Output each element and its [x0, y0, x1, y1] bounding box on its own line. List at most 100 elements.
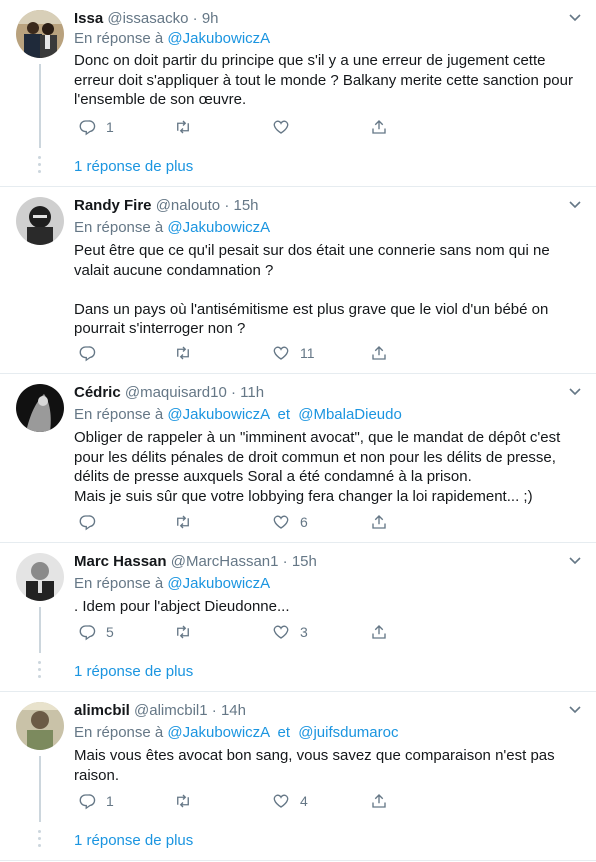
reply-button[interactable]: [78, 513, 106, 531]
author-handle[interactable]: @alimcbil1: [134, 702, 208, 719]
separator: ·: [211, 702, 217, 719]
avatar[interactable]: [16, 702, 64, 750]
tweet-alimcbil[interactable]: alimcbil @alimcbil1 · 14h En réponse à @…: [0, 692, 596, 822]
share-icon: [370, 344, 388, 362]
divider: [0, 860, 596, 861]
like-button[interactable]: 11: [272, 344, 315, 362]
tweet-actions: 6: [74, 513, 414, 533]
reply-mention[interactable]: @JakubowiczA: [167, 30, 270, 47]
show-more-replies[interactable]: 1 réponse de plus: [0, 822, 596, 860]
like-button[interactable]: [272, 118, 300, 136]
author-handle[interactable]: @nalouto: [156, 197, 220, 214]
reply-icon: [78, 792, 96, 810]
author-handle[interactable]: @issasacko: [107, 10, 188, 27]
reply-context: En réponse à @JakubowiczA et @juifsdumar…: [74, 724, 398, 741]
avatar[interactable]: [16, 10, 64, 58]
chevron-down-icon[interactable]: [568, 197, 582, 211]
retweet-button[interactable]: [174, 344, 202, 362]
tweet-marc-hassan[interactable]: Marc Hassan @MarcHassan1 · 15h En répons…: [0, 543, 596, 653]
tweet-issa[interactable]: Issa @issasacko · 9h En réponse à @Jakub…: [0, 0, 596, 148]
thread-dots: [38, 661, 42, 682]
like-button[interactable]: 4: [272, 792, 308, 810]
like-icon: [272, 623, 290, 641]
show-more-label[interactable]: 1 réponse de plus: [74, 663, 193, 680]
timestamp[interactable]: 14h: [221, 702, 246, 719]
author-name[interactable]: alimcbil: [74, 702, 130, 719]
like-button[interactable]: 3: [272, 623, 308, 641]
chevron-down-icon[interactable]: [568, 10, 582, 24]
like-icon: [272, 513, 290, 531]
reply-mention[interactable]: @JakubowiczA: [167, 724, 269, 741]
separator: ·: [192, 10, 198, 27]
timestamp[interactable]: 9h: [202, 10, 219, 27]
share-icon: [370, 792, 388, 810]
separator: ·: [282, 553, 288, 570]
reply-context: En réponse à @JakubowiczA: [74, 575, 270, 592]
thread-line: [39, 756, 41, 822]
chevron-down-icon[interactable]: [568, 384, 582, 398]
share-button[interactable]: [370, 623, 388, 641]
share-button[interactable]: [370, 118, 388, 136]
share-icon: [370, 513, 388, 531]
reply-button[interactable]: 1: [78, 792, 114, 810]
reply-button[interactable]: 1: [78, 118, 114, 136]
author-name[interactable]: Issa: [74, 10, 103, 27]
reply-button[interactable]: [78, 344, 106, 362]
share-icon: [370, 623, 388, 641]
like-count: 3: [300, 624, 308, 640]
tweet-actions: 1 4: [74, 792, 414, 812]
share-button[interactable]: [370, 792, 388, 810]
retweet-button[interactable]: [174, 513, 202, 531]
retweet-icon: [174, 344, 192, 362]
show-more-label[interactable]: 1 réponse de plus: [74, 158, 193, 175]
avatar[interactable]: [16, 384, 64, 432]
reply-mention[interactable]: @JakubowiczA: [167, 406, 269, 423]
like-icon: [272, 792, 290, 810]
like-count: 6: [300, 514, 308, 530]
timestamp[interactable]: 11h: [240, 384, 264, 401]
tweet-header: Marc Hassan @MarcHassan1 · 15h: [74, 553, 317, 570]
tweet-cedric[interactable]: Cédric @maquisard10 · 11h En réponse à @…: [0, 374, 596, 542]
avatar[interactable]: [16, 197, 64, 245]
reply-icon: [78, 344, 96, 362]
tweet-randy-fire[interactable]: Randy Fire @nalouto · 15h En réponse à @…: [0, 187, 596, 373]
reply-icon: [78, 623, 96, 641]
author-handle[interactable]: @MarcHassan1: [171, 553, 279, 570]
chevron-down-icon[interactable]: [568, 553, 582, 567]
reply-mention[interactable]: @MbalaDieudo: [298, 406, 402, 423]
like-button[interactable]: 6: [272, 513, 308, 531]
avatar[interactable]: [16, 553, 64, 601]
reply-mention[interactable]: @JakubowiczA: [167, 575, 270, 592]
tweet-header: Issa @issasacko · 9h: [74, 10, 219, 27]
author-name[interactable]: Randy Fire: [74, 197, 152, 214]
share-icon: [370, 118, 388, 136]
reply-joiner: et: [277, 724, 291, 741]
show-more-label[interactable]: 1 réponse de plus: [74, 832, 193, 849]
retweet-button[interactable]: [174, 792, 202, 810]
share-button[interactable]: [370, 513, 388, 531]
reply-icon: [78, 513, 96, 531]
reply-prefix: En réponse à: [74, 30, 164, 47]
reply-context: En réponse à @JakubowiczA: [74, 30, 270, 47]
show-more-replies[interactable]: 1 réponse de plus: [0, 653, 596, 691]
reply-prefix: En réponse à: [74, 219, 164, 236]
thread-dots: [38, 830, 42, 851]
tweet-actions: 5 3: [74, 623, 414, 643]
reply-button[interactable]: 5: [78, 623, 114, 641]
retweet-button[interactable]: [174, 623, 202, 641]
show-more-replies[interactable]: 1 réponse de plus: [0, 148, 596, 186]
share-button[interactable]: [370, 344, 388, 362]
retweet-button[interactable]: [174, 118, 202, 136]
like-count: 11: [300, 345, 315, 361]
retweet-icon: [174, 792, 192, 810]
reply-mention[interactable]: @JakubowiczA: [167, 219, 270, 236]
reply-mention[interactable]: @juifsdumaroc: [298, 724, 398, 741]
author-handle[interactable]: @maquisard10: [125, 384, 227, 401]
author-name[interactable]: Cédric: [74, 384, 121, 401]
timestamp[interactable]: 15h: [292, 553, 317, 570]
thread-line: [39, 607, 41, 653]
tweet-text: Donc on doit partir du principe que s'il…: [74, 52, 573, 108]
chevron-down-icon[interactable]: [568, 702, 582, 716]
author-name[interactable]: Marc Hassan: [74, 553, 167, 570]
timestamp[interactable]: 15h: [234, 197, 259, 214]
